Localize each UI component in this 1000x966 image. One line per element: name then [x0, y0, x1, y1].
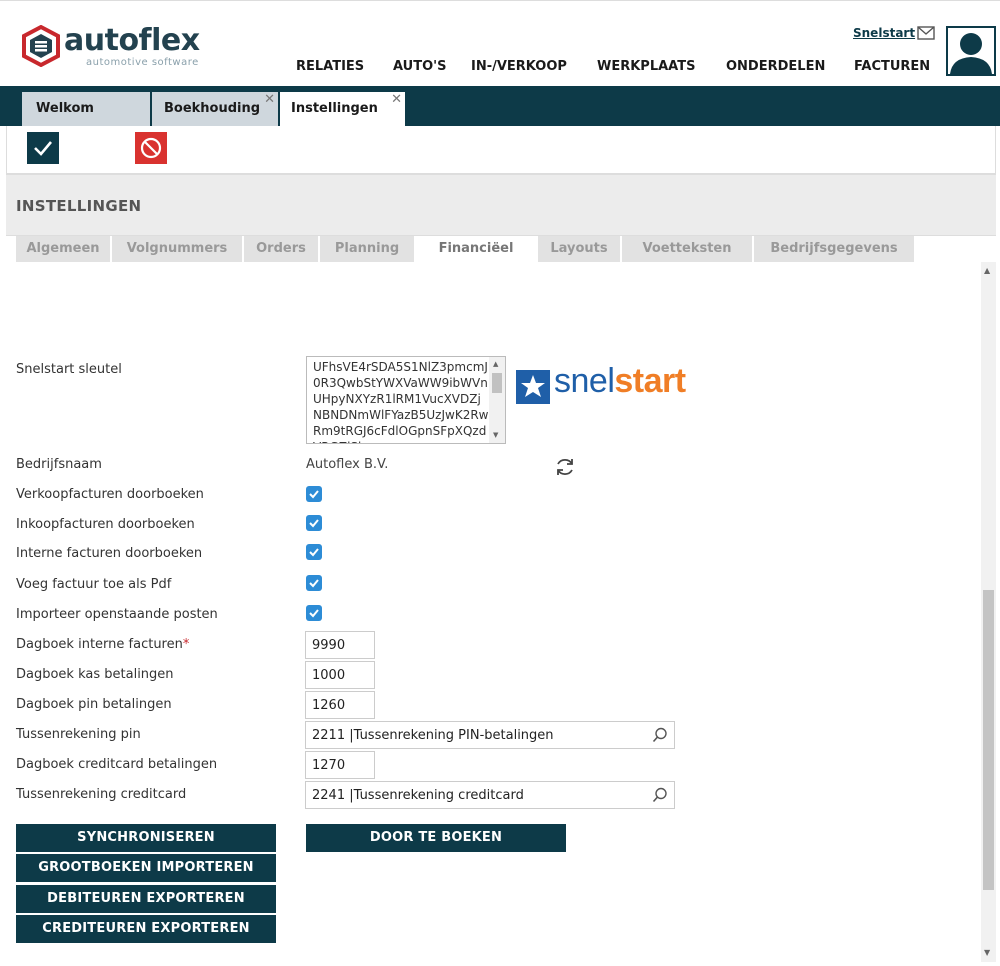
- checkbox-label-verkoop: Verkoopfacturen doorboeken: [16, 487, 204, 502]
- logo-wordmark: autoflex: [64, 23, 200, 58]
- checkmark-icon: [309, 609, 319, 618]
- nav-onderdelen[interactable]: ONDERDELEN: [726, 59, 825, 74]
- section-header: INSTELLINGEN: [6, 173, 996, 235]
- content-scrollbar[interactable]: ▲ ▼: [981, 262, 996, 962]
- app-header: autoflex automotive software Snelstart R…: [0, 0, 1000, 86]
- tab-volgnummers[interactable]: Volgnummers: [112, 236, 242, 263]
- journal-cash-input[interactable]: 1000: [305, 661, 375, 689]
- search-icon[interactable]: [652, 787, 668, 803]
- nav-facturen[interactable]: FACTUREN: [854, 59, 930, 74]
- interim-pin-input[interactable]: 2211 |Tussenrekening PIN-betalingen: [305, 721, 675, 749]
- scroll-up-icon[interactable]: ▲: [493, 360, 498, 368]
- journal-pin-input[interactable]: 1260: [305, 691, 375, 719]
- interim-cc-input[interactable]: 2241 |Tussenrekening creditcard: [305, 781, 675, 809]
- doc-tab-label: Boekhouding: [164, 101, 261, 116]
- journal-cc-input[interactable]: 1270: [305, 751, 375, 779]
- company-value: Autoflex B.V.: [306, 457, 389, 472]
- brand-snel: snel: [554, 362, 615, 400]
- textarea-scroll-thumb[interactable]: [492, 373, 502, 393]
- doc-tab-label: Welkom: [36, 101, 94, 116]
- document-tabbar: Welkom Boekhouding ✕ Instellingen ✕: [0, 86, 1000, 126]
- journal-cash-label: Dagboek kas betalingen: [16, 667, 174, 682]
- refresh-icon[interactable]: [554, 456, 576, 478]
- tab-financieel[interactable]: Financiëel: [416, 236, 536, 263]
- doc-tab-welkom[interactable]: Welkom: [22, 92, 150, 126]
- snelstart-star-icon: [516, 370, 550, 404]
- scroll-thumb[interactable]: [983, 590, 994, 890]
- snelstart-brand-logo: snelstart: [516, 362, 726, 406]
- snelstart-key-textarea[interactable]: UFhsVE4rSDA5S1NlZ3pmcmJ0R3QwbStYWXVaWW9i…: [306, 356, 506, 444]
- door-te-boeken-button[interactable]: DOOR TE BOEKEN: [306, 824, 566, 852]
- checkmark-icon: [309, 548, 319, 557]
- synchroniseren-button[interactable]: SYNCHRONISEREN: [16, 824, 276, 852]
- nav-in-verkoop[interactable]: IN-/VERKOOP: [471, 59, 567, 74]
- doc-tab-instellingen[interactable]: Instellingen ✕: [280, 92, 405, 126]
- tab-planning[interactable]: Planning: [320, 236, 414, 263]
- user-silhouette-icon: [948, 28, 994, 74]
- checkbox-label-intern: Interne facturen doorboeken: [16, 546, 203, 561]
- close-icon[interactable]: ✕: [391, 92, 402, 107]
- mail-icon[interactable]: [917, 26, 935, 40]
- nav-werkplaats[interactable]: WERKPLAATS: [597, 59, 695, 74]
- journal-internal-input[interactable]: 9990: [305, 631, 375, 659]
- required-mark: *: [182, 637, 190, 652]
- autoflex-logo-icon: [22, 25, 60, 67]
- checkmark-icon: [309, 579, 319, 588]
- scroll-down-icon[interactable]: ▼: [984, 948, 993, 957]
- nav-relaties[interactable]: RELATIES: [296, 59, 364, 74]
- doc-tab-label: Instellingen: [291, 101, 378, 116]
- checkmark-icon: [34, 141, 52, 156]
- journal-internal-label-text: Dagboek interne facturen: [16, 637, 183, 652]
- nav-autos[interactable]: AUTO'S: [393, 59, 446, 74]
- journal-cc-label: Dagboek creditcard betalingen: [16, 757, 218, 772]
- checkbox-intern[interactable]: [306, 544, 322, 560]
- settings-tabbar: Algemeen Volgnummers Orders Planning Fin…: [6, 235, 996, 263]
- checkbox-openstaand[interactable]: [306, 605, 322, 621]
- snelstart-key-label: Snelstart sleutel: [16, 362, 122, 377]
- scroll-up-icon[interactable]: ▲: [984, 266, 993, 275]
- checkbox-pdf[interactable]: [306, 575, 322, 591]
- snelstart-wordmark: snelstart: [554, 362, 686, 401]
- save-button[interactable]: [27, 132, 59, 164]
- tab-layouts[interactable]: Layouts: [538, 236, 620, 263]
- prohibited-icon: [140, 137, 162, 159]
- checkbox-verkoop[interactable]: [306, 486, 322, 502]
- textarea-scrollbar[interactable]: ▲ ▼: [489, 357, 505, 443]
- cancel-button[interactable]: [135, 132, 167, 164]
- autoflex-logo[interactable]: autoflex automotive software: [20, 23, 220, 73]
- logo-tagline: automotive software: [86, 57, 199, 68]
- journal-pin-label: Dagboek pin betalingen: [16, 697, 172, 712]
- close-icon[interactable]: ✕: [264, 92, 275, 107]
- tab-algemeen[interactable]: Algemeen: [16, 236, 110, 263]
- checkbox-label-pdf: Voeg factuur toe als Pdf: [16, 577, 172, 592]
- grootboeken-importeren-button[interactable]: GROOTBOEKEN IMPORTEREN: [16, 854, 276, 882]
- tab-orders[interactable]: Orders: [244, 236, 318, 263]
- user-avatar[interactable]: [946, 26, 996, 76]
- checkbox-label-inkoop: Inkoopfacturen doorboeken: [16, 517, 195, 532]
- checkbox-label-openstaand: Importeer openstaande posten: [16, 607, 218, 622]
- tab-voetteksten[interactable]: Voetteksten: [622, 236, 752, 263]
- journal-internal-label: Dagboek interne facturen*: [16, 637, 189, 652]
- page-title: INSTELLINGEN: [16, 197, 142, 215]
- scroll-down-icon[interactable]: ▼: [493, 431, 498, 439]
- action-toolbar: [6, 126, 996, 173]
- snelstart-link[interactable]: Snelstart: [853, 26, 915, 40]
- interim-cc-value: 2241 |Tussenrekening creditcard: [312, 788, 524, 803]
- interim-pin-label: Tussenrekening pin: [16, 727, 141, 742]
- doc-tab-boekhouding[interactable]: Boekhouding ✕: [152, 92, 278, 126]
- interim-pin-value: 2211 |Tussenrekening PIN-betalingen: [312, 728, 554, 743]
- checkmark-icon: [309, 519, 319, 528]
- crediteuren-exporteren-button[interactable]: CREDITEUREN EXPORTEREN: [16, 915, 276, 943]
- search-icon[interactable]: [652, 727, 668, 743]
- brand-start: start: [614, 362, 686, 400]
- checkmark-icon: [309, 490, 319, 499]
- company-label: Bedrijfsnaam: [16, 457, 102, 472]
- snelstart-key-value: UFhsVE4rSDA5S1NlZ3pmcmJ0R3QwbStYWXVaWW9i…: [313, 360, 489, 443]
- interim-cc-label: Tussenrekening creditcard: [16, 787, 187, 802]
- debiteuren-exporteren-button[interactable]: DEBITEUREN EXPORTEREN: [16, 885, 276, 913]
- checkbox-inkoop[interactable]: [306, 515, 322, 531]
- tab-bedrijfsgegevens[interactable]: Bedrijfsgegevens: [754, 236, 914, 263]
